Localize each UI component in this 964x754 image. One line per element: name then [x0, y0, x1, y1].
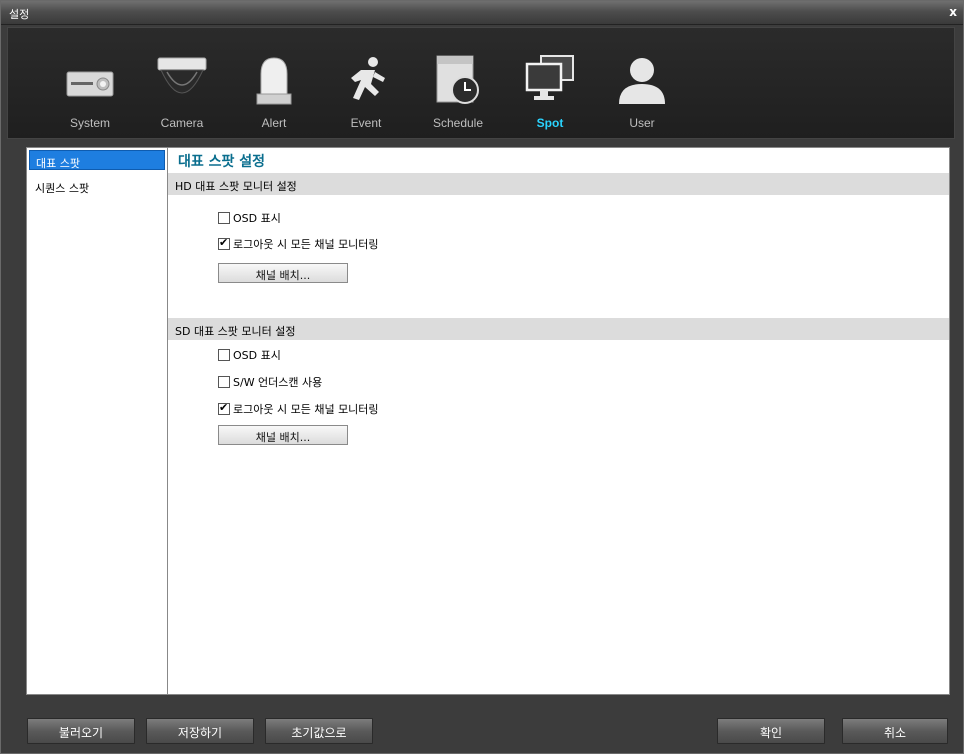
checkbox-box[interactable]	[218, 236, 230, 250]
checkbox-box[interactable]	[218, 212, 230, 224]
running-person-icon	[351, 57, 385, 100]
sd-channel-layout-button[interactable]: 채널 배치...	[218, 425, 348, 445]
load-button[interactable]: 불러오기	[27, 718, 135, 744]
hd-logout-monitor-checkbox[interactable]: 로그아웃 시 모든 채널 모니터링	[218, 236, 379, 252]
alarm-light-icon	[256, 57, 292, 105]
checkbox-label: 로그아웃 시 모든 채널 모니터링	[233, 403, 379, 416]
hd-section-header: HD 대표 스팟 모니터 설정	[168, 173, 949, 195]
page-title: 대표 스팟 설정	[178, 154, 266, 170]
sd-section-header: SD 대표 스팟 모니터 설정	[168, 318, 949, 340]
checkbox-box[interactable]	[218, 376, 230, 388]
tab-spot[interactable]: Spot	[504, 52, 596, 136]
tab-label: User	[629, 116, 655, 130]
tab-alert[interactable]: Alert	[228, 52, 320, 136]
tab-camera[interactable]: Camera	[136, 52, 228, 136]
clock-icon	[436, 55, 479, 104]
settings-content: 대표 스팟 설정 HD 대표 스팟 모니터 설정 OSD 표시 로그아웃 시 모…	[168, 147, 950, 695]
tab-label: Schedule	[432, 116, 484, 130]
save-button[interactable]: 저장하기	[146, 718, 254, 744]
checkbox-label: OSD 표시	[233, 212, 281, 225]
tab-label: Event	[350, 116, 382, 130]
reset-defaults-button[interactable]: 초기값으로	[265, 718, 373, 744]
ok-button[interactable]: 확인	[717, 718, 825, 744]
tab-event[interactable]: Event	[320, 52, 412, 136]
cancel-button[interactable]: 취소	[842, 718, 948, 744]
sidebar: 대표 스팟 시퀀스 스팟	[26, 147, 168, 695]
tab-schedule[interactable]: Schedule	[412, 52, 504, 136]
tab-label: Spot	[536, 116, 564, 130]
sd-osd-checkbox[interactable]: OSD 표시	[218, 347, 281, 363]
dvr-icon	[66, 71, 114, 97]
checkbox-label: S/W 언더스캔 사용	[233, 376, 323, 389]
settings-window: 설정 x System Camera Alert Event Schedule …	[0, 0, 964, 754]
hd-osd-checkbox[interactable]: OSD 표시	[218, 210, 281, 226]
user-icon	[619, 58, 665, 104]
window-title: 설정	[9, 8, 30, 21]
category-toolbar: System Camera Alert Event Schedule Spot …	[7, 27, 955, 139]
sidebar-item-representative-spot[interactable]: 대표 스팟	[29, 150, 165, 170]
checkbox-label: OSD 표시	[233, 349, 281, 362]
tab-system[interactable]: System	[44, 52, 136, 136]
sd-logout-monitor-checkbox[interactable]: 로그아웃 시 모든 채널 모니터링	[218, 401, 379, 417]
close-button[interactable]: x	[949, 5, 957, 19]
tab-label: Alert	[261, 116, 287, 130]
sd-underscan-checkbox[interactable]: S/W 언더스캔 사용	[218, 374, 322, 390]
hd-channel-layout-button[interactable]: 채널 배치...	[218, 263, 348, 283]
checkbox-box[interactable]	[218, 401, 230, 415]
checkbox-box[interactable]	[218, 349, 230, 361]
title-bar: 설정 x	[1, 1, 963, 25]
sidebar-item-sequence-spot[interactable]: 시퀀스 스팟	[29, 176, 165, 196]
dome-camera-icon	[157, 57, 207, 94]
tab-user[interactable]: User	[596, 52, 688, 136]
checkbox-label: 로그아웃 시 모든 채널 모니터링	[233, 238, 379, 251]
tab-label: System	[69, 116, 110, 130]
monitor-icon	[525, 55, 574, 100]
tab-label: Camera	[160, 116, 204, 130]
